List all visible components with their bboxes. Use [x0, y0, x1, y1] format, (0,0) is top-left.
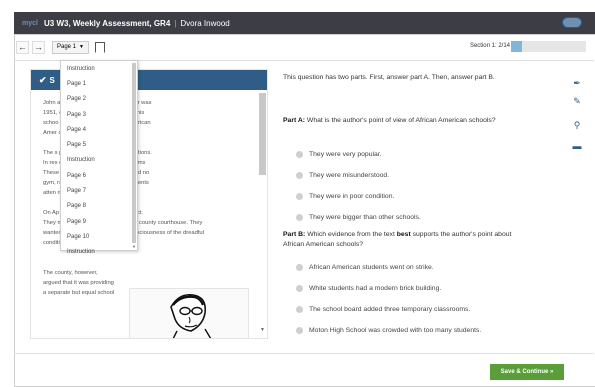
highlighter-icon[interactable]: ✎	[570, 94, 584, 108]
app-logo: mycl	[22, 19, 38, 27]
dropdown-item[interactable]: Instruction	[61, 153, 137, 168]
passage-title: S	[49, 75, 55, 85]
page-dropdown-menu[interactable]: Instruction Page 1 Page 2 Page 3 Page 4 Page …	[60, 60, 138, 255]
answer-option-label: They were bigger than other schools.	[309, 214, 421, 221]
section-label: Section 1: 2/14	[469, 43, 510, 49]
answer-option[interactable]: They were misunderstood.	[296, 172, 389, 179]
scroll-down-icon[interactable]: ▼	[260, 327, 265, 333]
question-instructions: This question has two parts. First, answ…	[283, 74, 495, 81]
dropdown-item[interactable]: Page 8	[61, 199, 137, 214]
answer-option-label: They were very popular.	[309, 151, 382, 158]
answer-option[interactable]: African American students went on strike…	[296, 264, 434, 271]
part-b-text-1: Which evidence from the text	[307, 231, 395, 238]
part-b-label: Part B:	[283, 231, 306, 238]
navigation-toolbar: ← → Page 1 ▼ Section 1: 2/14	[16, 40, 586, 54]
dropdown-item[interactable]: Page 10	[61, 229, 137, 244]
scroll-down-icon[interactable]: ▼	[132, 244, 136, 249]
portrait-drawing	[170, 293, 212, 338]
save-button-label: Save & Continue	[500, 369, 549, 375]
dropdown-item[interactable]: Page 7	[61, 183, 137, 198]
answer-option[interactable]: They were very popular.	[296, 151, 382, 158]
answer-option-label: African American students went on strike…	[309, 264, 434, 271]
part-b-prompt: Part B: Which evidence from the text bes…	[283, 230, 533, 250]
radio-button[interactable]	[296, 151, 303, 158]
part-b-emphasis: best	[396, 231, 411, 238]
dropdown-item[interactable]: Page 2	[61, 92, 137, 107]
page-select[interactable]: Page 1 ▼	[52, 40, 89, 54]
dropdown-item[interactable]: Instruction	[61, 245, 137, 260]
part-a-text: What is the author's point of view of Af…	[306, 117, 496, 124]
menu-toggle-button[interactable]	[562, 17, 582, 28]
answer-option-label: They were misunderstood.	[309, 172, 390, 179]
header-bar: mycl U3 W3, Weekly Assessment, GR4 | Dvo…	[14, 12, 595, 34]
answer-option-label: The school board added three temporary c…	[309, 306, 471, 313]
checkmark-icon: ✔	[39, 74, 47, 85]
chevron-down-icon: ▼	[79, 44, 84, 50]
answer-option[interactable]: The school board added three temporary c…	[296, 306, 470, 313]
footer-divider	[14, 353, 594, 354]
title-separator: |	[174, 18, 177, 28]
assessment-title: U3 W3, Weekly Assessment, GR4	[44, 18, 171, 28]
portrait-illustration	[129, 288, 249, 338]
answer-option-label: Moton High School was crowded with too m…	[309, 327, 482, 334]
answer-option-label: They were in poor condition.	[309, 193, 395, 200]
passage-line: argued that it was providing	[43, 280, 114, 286]
radio-button[interactable]	[296, 172, 303, 179]
question-panel: This question has two parts. First, answ…	[283, 73, 553, 83]
dropdown-item[interactable]: Page 9	[61, 214, 137, 229]
student-name: Dvora Inwood	[180, 18, 230, 28]
answer-option[interactable]: They were bigger than other schools.	[296, 214, 421, 221]
dropdown-item[interactable]: Instruction	[61, 61, 137, 76]
radio-button[interactable]	[296, 193, 303, 200]
dropdown-item[interactable]: Page 6	[61, 168, 137, 183]
radio-button[interactable]	[296, 306, 303, 313]
arrow-left-icon[interactable]: ←	[16, 40, 29, 54]
page-select-value: Page 1	[57, 44, 77, 50]
radio-button[interactable]	[296, 285, 303, 292]
passage-line: The county, however,	[43, 270, 98, 276]
passage-scrollbar[interactable]	[259, 93, 266, 175]
radio-button[interactable]	[296, 264, 303, 271]
radio-button[interactable]	[296, 327, 303, 334]
arrow-right-icon[interactable]: →	[32, 40, 45, 54]
dropdown-item[interactable]: Page 5	[61, 137, 137, 152]
save-continue-button[interactable]: Save & Continue »	[490, 364, 564, 380]
dropdown-scrollbar[interactable]	[132, 63, 136, 243]
progress-bar	[511, 41, 586, 52]
answer-option[interactable]: Moton High School was crowded with too m…	[296, 327, 481, 334]
answer-option[interactable]: White students had a modern brick buildi…	[296, 285, 441, 292]
notes-icon[interactable]: ▬	[570, 139, 584, 153]
chevron-right-icon: »	[550, 369, 554, 375]
bookmark-icon[interactable]	[94, 41, 105, 53]
answer-option[interactable]: They were in poor condition.	[296, 193, 394, 200]
dropdown-item[interactable]: Page 4	[61, 122, 137, 137]
radio-button[interactable]	[296, 214, 303, 221]
dropdown-item[interactable]: Page 3	[61, 107, 137, 122]
zoom-icon[interactable]: ⚲	[570, 118, 584, 132]
part-a-label: Part A:	[283, 117, 306, 124]
dropdown-item[interactable]: Page 1	[61, 76, 137, 91]
part-a-prompt: Part A: What is the author's point of vi…	[283, 116, 533, 126]
progress-fill	[511, 41, 522, 52]
pen-icon[interactable]: ✒	[570, 76, 584, 90]
answer-option-label: White students had a modern brick buildi…	[309, 285, 442, 292]
